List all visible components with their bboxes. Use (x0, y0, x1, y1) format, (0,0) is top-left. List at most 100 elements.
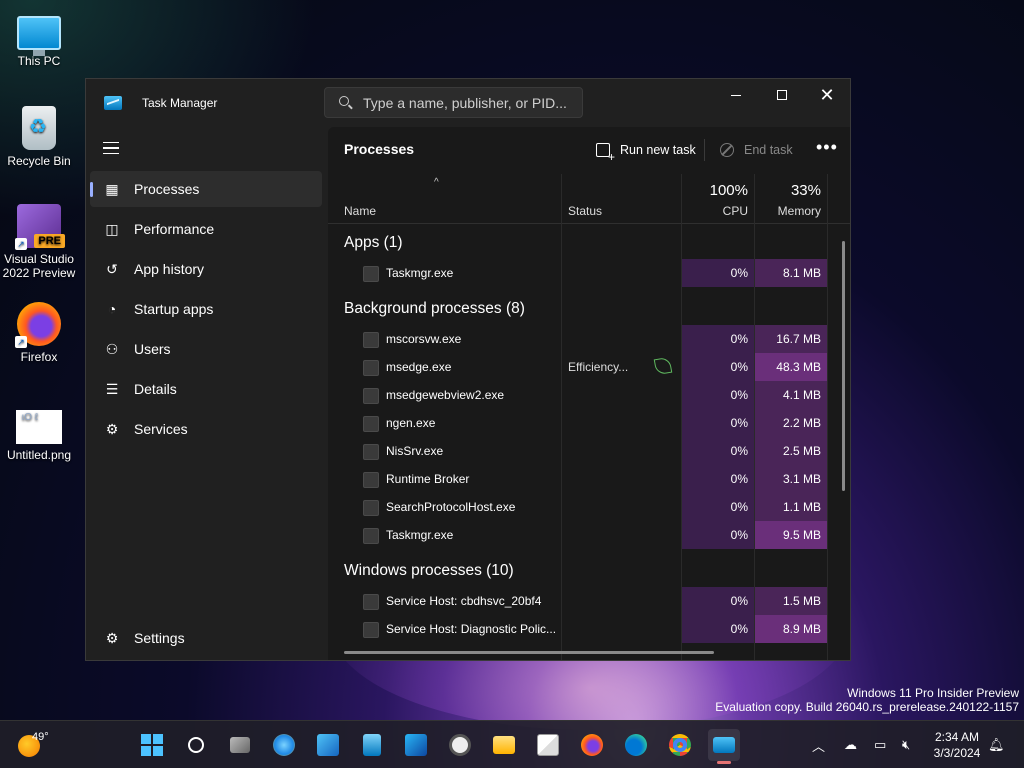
sidebar-item-label: Users (134, 341, 171, 357)
process-icon (363, 528, 379, 544)
toolbar-divider (704, 139, 705, 161)
start-button[interactable] (136, 729, 168, 761)
sidebar-item-app-history[interactable]: ↺ App history (90, 251, 322, 287)
column-header-name[interactable]: Name (344, 204, 376, 218)
group-header-windows[interactable]: Windows processes (10) (344, 562, 514, 580)
users-icon: ⚇ (105, 341, 119, 357)
more-options-icon[interactable]: ••• (816, 137, 838, 158)
desktop-icon-recycle-bin[interactable]: Recycle Bin (0, 106, 78, 168)
taskbar-clock[interactable]: 2:34 AM 3/3/2024 (930, 729, 984, 761)
process-icon (363, 360, 379, 376)
table-row[interactable]: Taskmgr.exe 0% 8.1 MB (328, 259, 850, 287)
desktop-icon-firefox[interactable]: ↗ Firefox (0, 302, 78, 364)
column-header-memory[interactable]: Memory (755, 204, 821, 218)
taskbar-app-photos[interactable] (400, 729, 432, 761)
process-icon (363, 416, 379, 432)
table-row[interactable]: ngen.exe 0% 2.2 MB (328, 409, 850, 437)
search-box[interactable] (324, 87, 583, 118)
column-header-cpu[interactable]: CPU (682, 204, 748, 218)
sidebar-item-label: Services (134, 421, 188, 437)
table-row[interactable]: NisSrv.exe 0% 2.5 MB (328, 437, 850, 465)
taskbar-app-clock[interactable] (444, 729, 476, 761)
table-row[interactable]: msedgewebview2.exe 0% 4.1 MB (328, 381, 850, 409)
tray-display[interactable]: ▭ (874, 721, 886, 768)
sidebar-item-performance[interactable]: ◫ Performance (90, 211, 322, 247)
folder-icon (493, 736, 515, 754)
taskbar-app-file-explorer[interactable] (488, 729, 520, 761)
taskbar-app-edge[interactable] (620, 729, 652, 761)
sort-ascending-icon[interactable]: ^ (434, 177, 439, 188)
desktop-icon-visual-studio[interactable]: PRE ↗ Visual Studio 2022 Preview (0, 204, 78, 280)
edge-icon (625, 734, 647, 756)
process-name: msedgewebview2.exe (386, 388, 505, 402)
horizontal-scrollbar[interactable] (344, 651, 714, 654)
sidebar-item-users[interactable]: ⚇ Users (90, 331, 322, 367)
page-title: Processes (344, 141, 415, 157)
sidebar-item-processes[interactable]: ▦ Processes (90, 171, 322, 207)
desktop-icon-label: Untitled.png (6, 448, 72, 462)
group-header-background[interactable]: Background processes (8) (344, 300, 525, 318)
clock-app-icon (449, 734, 471, 756)
sidebar-item-label: Details (134, 381, 177, 397)
search-input[interactable] (363, 93, 573, 113)
table-row[interactable]: Service Host: Diagnostic Polic... 0% 8.9… (328, 615, 850, 643)
maximize-button[interactable] (759, 79, 805, 111)
process-icon (363, 388, 379, 404)
services-icon: ⚙ (105, 421, 119, 437)
memory-cell: 16.7 MB (755, 325, 827, 353)
desktop-icon-this-pc[interactable]: This PC (0, 10, 78, 68)
tray-overflow-button[interactable]: ︿ (812, 721, 825, 768)
sidebar-item-details[interactable]: ☰ Details (90, 371, 322, 407)
watermark-line: Evaluation copy. Build 26040.rs_prerelea… (715, 700, 1019, 714)
recycle-bin-icon (22, 106, 56, 150)
minimize-button[interactable] (713, 79, 759, 111)
sidebar-item-startup-apps[interactable]: ◔ Startup apps (90, 291, 322, 327)
sidebar-item-services[interactable]: ⚙ Services (90, 411, 322, 447)
desktop-icon-untitled-png[interactable]: ɩO ℓ Untitled.png (0, 404, 78, 462)
globe-app-icon (273, 734, 295, 756)
table-row[interactable]: Service Host: cbdhsvc_20bf4 0% 1.5 MB (328, 587, 850, 615)
tray-network[interactable]: ☁ (844, 721, 857, 768)
hamburger-menu-icon[interactable] (103, 142, 119, 154)
taskbar-app-firefox[interactable] (576, 729, 608, 761)
taskbar-app-task-manager[interactable] (708, 729, 740, 764)
taskbar-app-chrome[interactable] (664, 729, 696, 761)
desktop-icon-label: Recycle Bin (7, 154, 71, 168)
task-view-button[interactable] (224, 729, 256, 761)
group-header-apps[interactable]: Apps (1) (344, 234, 403, 252)
taskbar-app-store[interactable] (532, 729, 564, 761)
sidebar-item-label: Startup apps (134, 301, 214, 317)
table-row[interactable]: msedge.exe Efficiency... 0% 48.3 MB (328, 353, 850, 381)
taskbar-app-notepad[interactable] (356, 729, 388, 761)
memory-cell: 1.1 MB (755, 493, 827, 521)
search-icon (339, 96, 349, 106)
sidebar-item-label: Settings (134, 630, 185, 646)
details-icon: ☰ (105, 381, 119, 397)
memory-cell: 2.5 MB (755, 437, 827, 465)
memory-cell: 8.9 MB (755, 615, 827, 643)
table-row[interactable]: SearchProtocolHost.exe 0% 1.1 MB (328, 493, 850, 521)
tray-volume[interactable]: 🔇︎ (902, 721, 910, 768)
taskbar-search-button[interactable] (180, 729, 212, 761)
watermark-line: Windows 11 Pro Insider Preview (847, 686, 1019, 700)
chrome-icon (669, 734, 691, 756)
table-row[interactable]: mscorsvw.exe 0% 16.7 MB (328, 325, 850, 353)
sidebar-item-settings[interactable]: ⚙ Settings (90, 620, 322, 656)
table-row[interactable]: Runtime Broker 0% 3.1 MB (328, 465, 850, 493)
process-name: Taskmgr.exe (386, 266, 454, 280)
memory-cell: 8.1 MB (755, 259, 827, 287)
vertical-scrollbar[interactable] (842, 241, 845, 491)
startup-icon: ◔ (107, 301, 117, 317)
table-row[interactable]: Taskmgr.exe 0% 9.5 MB (328, 521, 850, 549)
column-header-status[interactable]: Status (568, 204, 602, 218)
taskbar-app-edge-dev[interactable] (268, 729, 300, 761)
end-task-button[interactable]: End task (720, 135, 793, 165)
taskbar-app-media[interactable] (312, 729, 344, 761)
process-name: ngen.exe (386, 416, 436, 430)
notifications-button[interactable]: 🔔︎ (988, 721, 1005, 768)
display-icon: ▭ (874, 737, 887, 752)
process-name: Taskmgr.exe (386, 528, 454, 542)
title-bar[interactable]: Task Manager ✕ (86, 79, 850, 127)
run-new-task-button[interactable]: Run new task (596, 135, 696, 165)
close-button[interactable]: ✕ (804, 79, 850, 111)
